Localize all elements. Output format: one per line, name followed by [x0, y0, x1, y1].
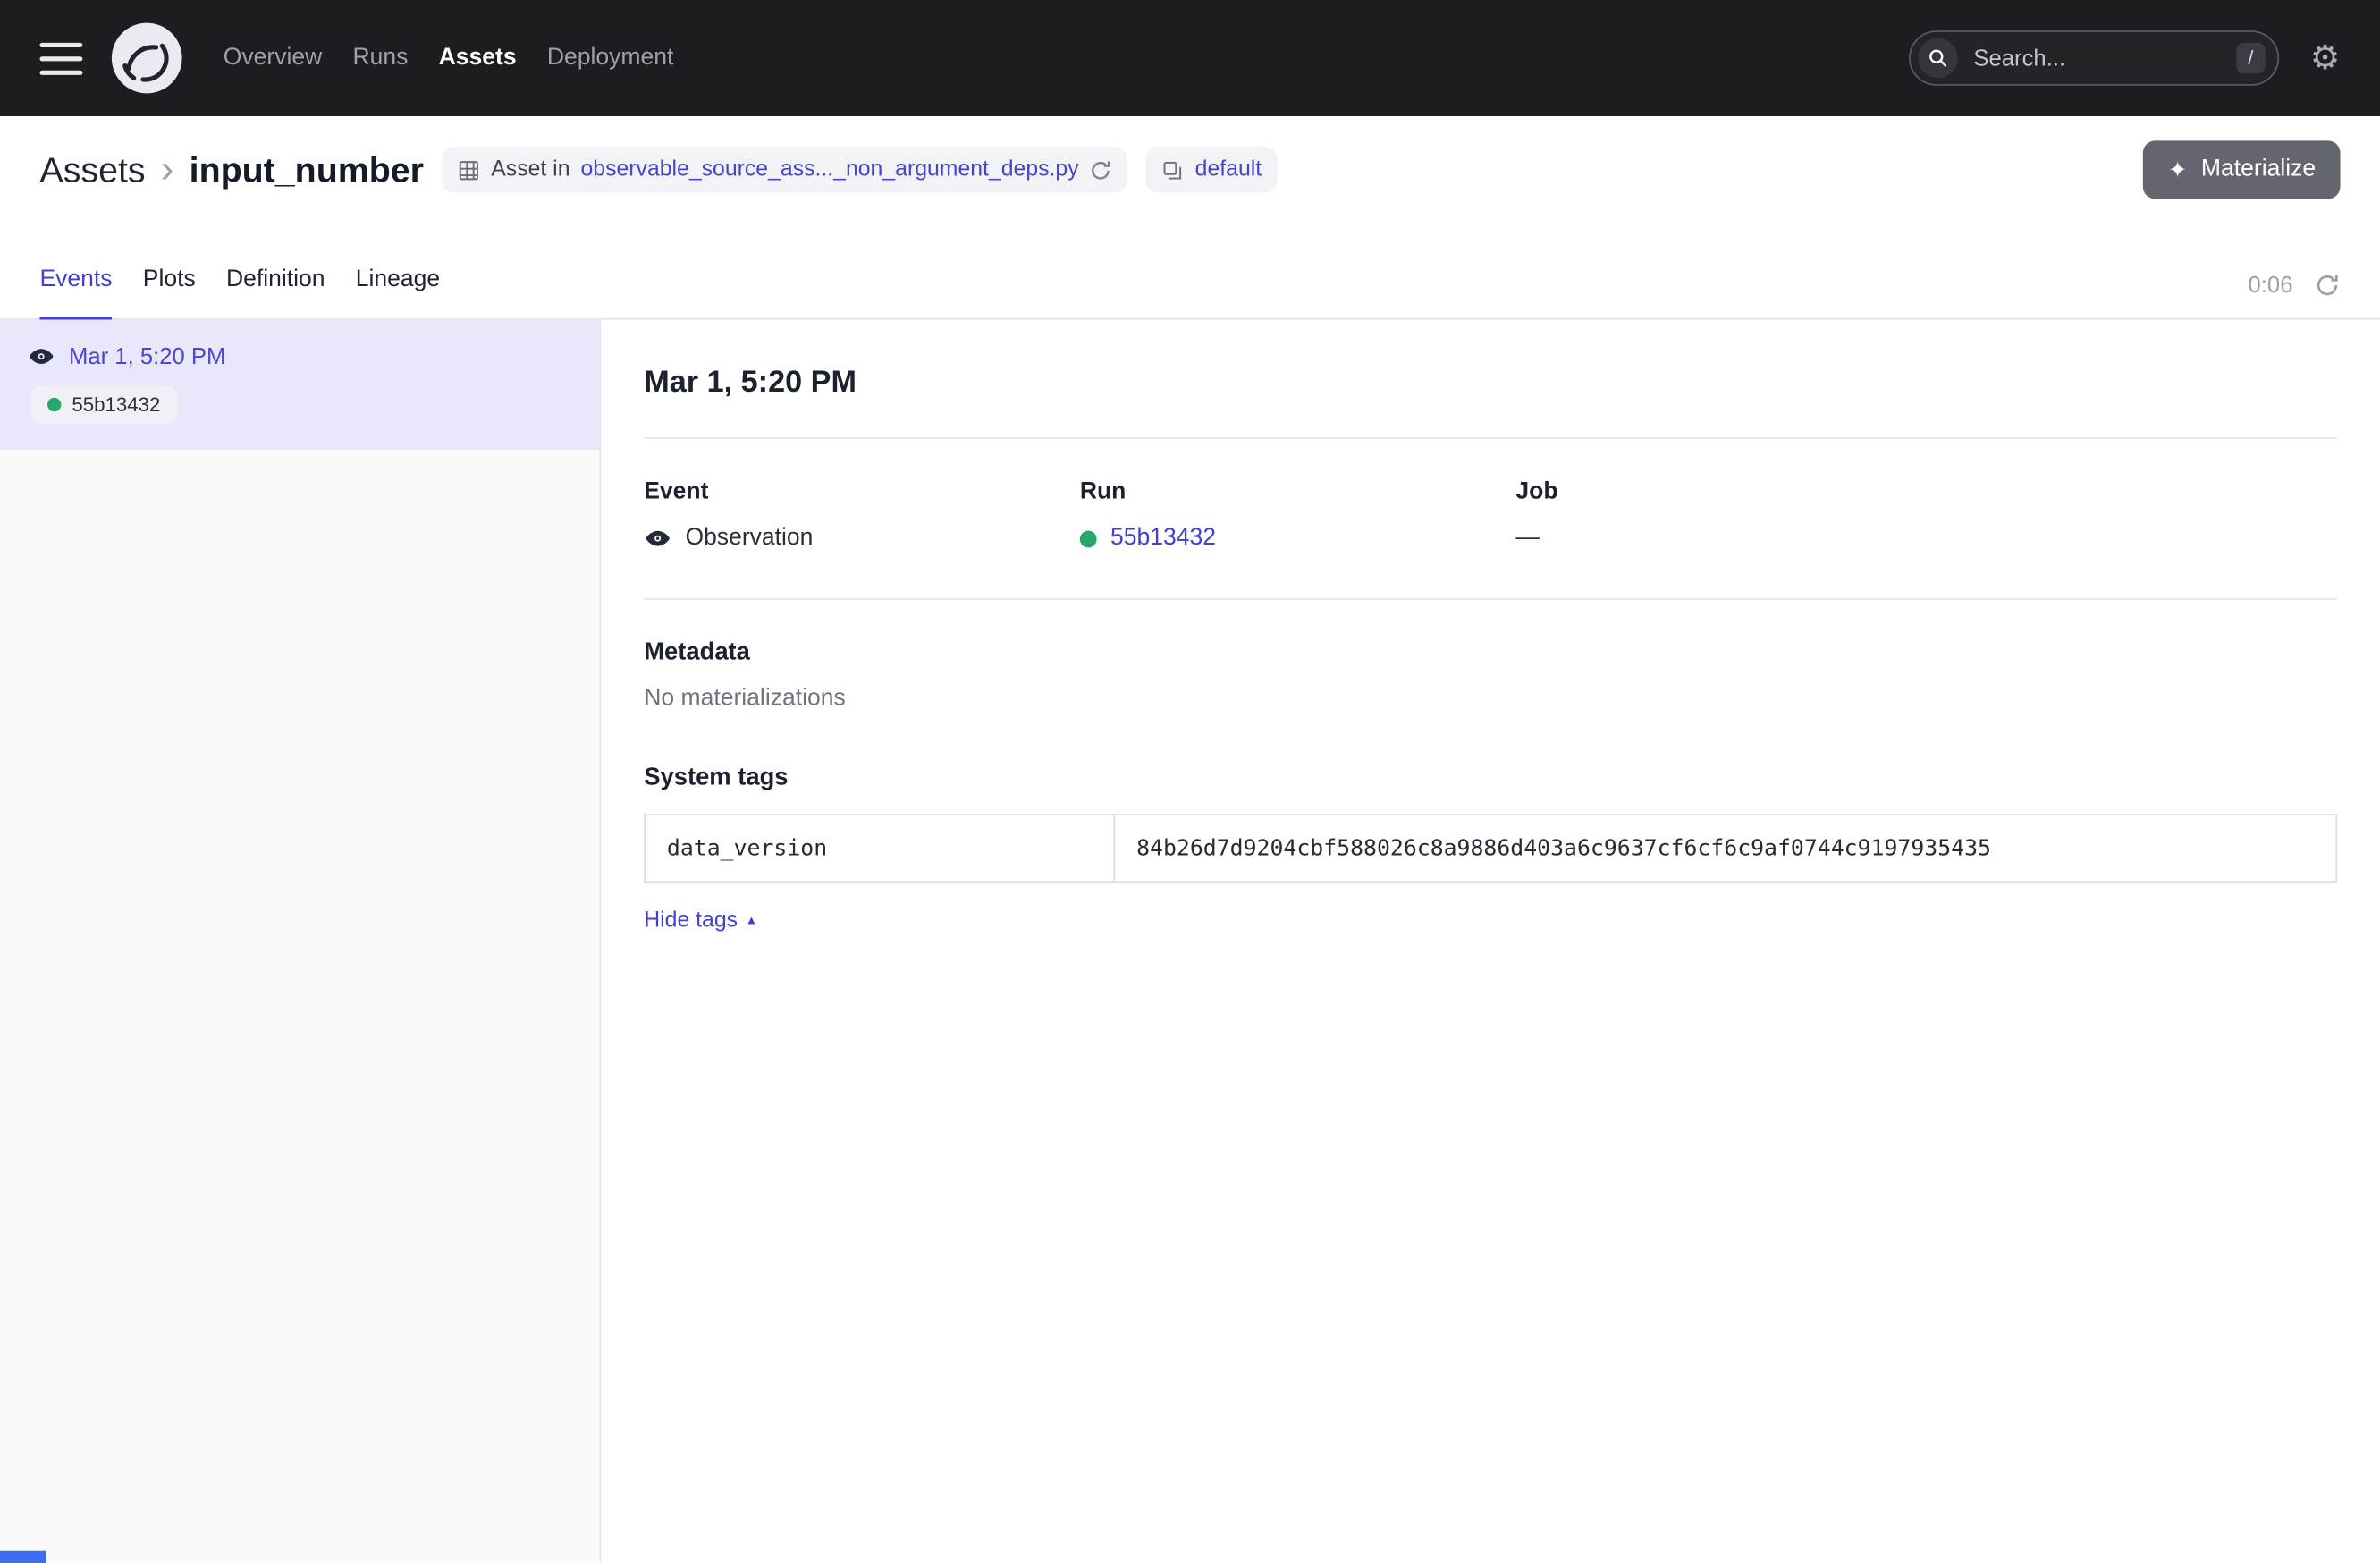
job-column: Job —: [1515, 478, 2337, 552]
event-item-header: Mar 1, 5:20 PM: [28, 342, 572, 370]
nav-item-assets[interactable]: Assets: [439, 45, 517, 72]
materialize-label: Materialize: [2201, 156, 2316, 184]
bottom-left-accent: [0, 1551, 46, 1563]
sparkle-icon: ✦: [2168, 158, 2188, 182]
caret-up-icon: ▲: [746, 915, 758, 927]
search-shortcut-badge: /: [2236, 43, 2266, 73]
job-label: Job: [1515, 478, 2337, 506]
system-tags-heading: System tags: [644, 765, 2337, 792]
tab-lineage[interactable]: Lineage: [356, 266, 440, 320]
table-row: data_version 84b26d7d9204cbf588026c8a988…: [645, 815, 2336, 882]
refresh-timer: 0:06: [2249, 273, 2293, 299]
refresh-icon[interactable]: [1090, 158, 1113, 182]
asset-definition-link[interactable]: observable_source_ass..._non_argument_de…: [580, 157, 1078, 182]
tab-definition[interactable]: Definition: [226, 266, 325, 320]
search-icon: [1919, 38, 1958, 78]
tag-key-cell: data_version: [645, 815, 1114, 882]
breadcrumb: Assets › input_number: [39, 149, 423, 190]
top-nav: Overview Runs Assets Deployment / ⚙: [0, 0, 2380, 116]
event-timestamp: Mar 1, 5:20 PM: [69, 343, 225, 369]
divider: [644, 437, 2337, 439]
asset-group-chip: default: [1146, 147, 1277, 192]
tab-events[interactable]: Events: [39, 266, 112, 320]
run-id-label: 55b13432: [72, 393, 160, 417]
dagster-logo[interactable]: [110, 21, 183, 95]
hide-tags-label: Hide tags: [644, 908, 738, 933]
run-status-dot: [47, 398, 61, 411]
eye-icon: [28, 342, 55, 370]
event-label: Event: [644, 478, 1080, 506]
event-list-sidebar: Mar 1, 5:20 PM 55b13432: [0, 320, 601, 1563]
content-area: Mar 1, 5:20 PM 55b13432 Mar 1, 5:20 PM E…: [0, 320, 2380, 1563]
system-tags-table: data_version 84b26d7d9204cbf588026c8a988…: [644, 814, 2337, 883]
run-label: Run: [1080, 478, 1516, 506]
divider: [644, 598, 2337, 600]
refresh-icon[interactable]: [2314, 273, 2340, 299]
gear-icon[interactable]: ⚙: [2310, 41, 2341, 75]
search-box[interactable]: /: [1910, 30, 2280, 86]
run-status-dot: [1080, 530, 1097, 547]
event-column: Event Observation: [644, 478, 1080, 552]
grid-icon: [458, 158, 481, 182]
refresh-status: 0:06: [2249, 273, 2341, 318]
primary-nav: Overview Runs Assets Deployment: [224, 45, 674, 72]
nav-item-runs[interactable]: Runs: [353, 45, 409, 72]
hide-tags-link[interactable]: Hide tags ▲: [644, 908, 757, 933]
page-header: Assets › input_number Asset in observabl…: [0, 116, 2380, 224]
event-list-item[interactable]: Mar 1, 5:20 PM 55b13432: [0, 320, 600, 450]
metadata-empty-text: No materializations: [644, 685, 2337, 713]
asset-location-chip: Asset in observable_source_ass..._non_ar…: [443, 147, 1128, 192]
group-default-link[interactable]: default: [1195, 157, 1262, 182]
nav-item-overview[interactable]: Overview: [224, 45, 323, 72]
breadcrumb-assets-link[interactable]: Assets: [39, 149, 145, 190]
event-detail-title: Mar 1, 5:20 PM: [644, 366, 2337, 401]
app-root: Overview Runs Assets Deployment / ⚙ Asse…: [0, 0, 2380, 1563]
job-empty-value: —: [1515, 525, 1540, 553]
asset-chip-prefix: Asset in: [491, 157, 570, 182]
run-id-link[interactable]: 55b13432: [1110, 525, 1216, 553]
event-type-value: Observation: [685, 525, 813, 553]
chevron-right-icon: ›: [161, 148, 174, 187]
tab-plots[interactable]: Plots: [143, 266, 196, 320]
page-title: input_number: [190, 149, 424, 190]
metadata-heading: Metadata: [644, 639, 2337, 667]
event-summary-columns: Event Observation Run: [644, 478, 2337, 552]
run-column: Run 55b13432: [1080, 478, 1516, 552]
eye-icon: [644, 525, 671, 553]
nav-item-deployment[interactable]: Deployment: [547, 45, 674, 72]
tag-value-cell: 84b26d7d9204cbf588026c8a9886d403a6c9637c…: [1114, 815, 2336, 882]
tab-bar: Events Plots Definition Lineage 0:06: [0, 224, 2380, 320]
group-icon: [1161, 158, 1185, 182]
nav-right: / ⚙: [1910, 30, 2341, 86]
run-id-chip: 55b13432: [30, 385, 177, 424]
event-detail-panel: Mar 1, 5:20 PM Event Observation: [601, 320, 2380, 1563]
menu-icon[interactable]: [39, 42, 82, 74]
search-input[interactable]: [1971, 44, 2224, 73]
materialize-button[interactable]: ✦ Materialize: [2144, 140, 2341, 199]
